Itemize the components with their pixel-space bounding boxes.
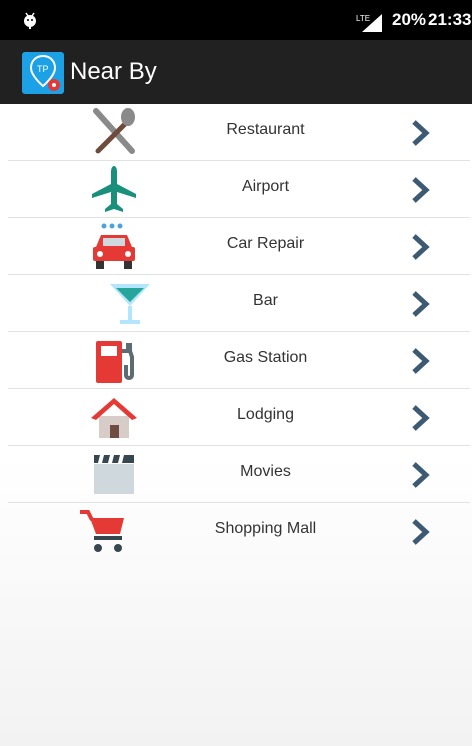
chevron-right-icon: [412, 519, 430, 545]
list-item-label: Shopping Mall: [214, 520, 317, 537]
category-list: Restaurant Airport Car Repair Bar Gas St…: [0, 104, 472, 746]
chevron-right-icon: [412, 462, 430, 488]
list-item-gas-station[interactable]: Gas Station: [8, 332, 470, 389]
lte-signal-icon: LTE: [356, 14, 382, 32]
clapperboard-icon: [94, 455, 134, 494]
car-repair-icon: [93, 223, 135, 269]
svg-text:TP: TP: [37, 64, 49, 74]
list-item-label: Airport: [241, 178, 290, 195]
list-item-label: Restaurant: [226, 121, 305, 138]
airplane-icon: [92, 166, 136, 212]
status-bar: LTE 20% 21:33: [0, 0, 472, 40]
list-item-bar[interactable]: Bar: [8, 275, 470, 332]
android-debug-icon: [24, 12, 36, 29]
battery-percentage: 20%: [392, 10, 427, 29]
list-item-shopping-mall[interactable]: Shopping Mall: [8, 503, 470, 560]
chevron-right-icon: [412, 120, 430, 146]
cocktail-icon: [110, 284, 150, 324]
app-bar: TP Near By: [0, 40, 472, 104]
list-item-label: Movies: [240, 463, 291, 480]
list-item-movies[interactable]: Movies: [8, 446, 470, 503]
list-item-label: Gas Station: [223, 349, 308, 366]
list-item-label: Bar: [253, 292, 278, 309]
svg-text:LTE: LTE: [356, 14, 370, 23]
chevron-right-icon: [412, 177, 430, 203]
restaurant-icon: [93, 108, 135, 154]
chevron-right-icon: [412, 405, 430, 431]
page-title: Near By: [70, 58, 157, 85]
list-item-car-repair[interactable]: Car Repair: [8, 218, 470, 275]
app-logo-icon: TP: [22, 52, 64, 94]
house-icon: [91, 398, 137, 438]
chevron-right-icon: [412, 348, 430, 374]
list-item-label: Car Repair: [226, 235, 305, 252]
list-item-restaurant[interactable]: Restaurant: [8, 104, 470, 161]
clock: 21:33: [428, 10, 472, 29]
list-item-label: Lodging: [237, 406, 294, 423]
gas-pump-icon: [96, 341, 134, 383]
list-item-airport[interactable]: Airport: [8, 161, 470, 218]
list-item-lodging[interactable]: Lodging: [8, 389, 470, 446]
shopping-cart-icon: [80, 510, 124, 552]
chevron-right-icon: [412, 291, 430, 317]
chevron-right-icon: [412, 234, 430, 260]
